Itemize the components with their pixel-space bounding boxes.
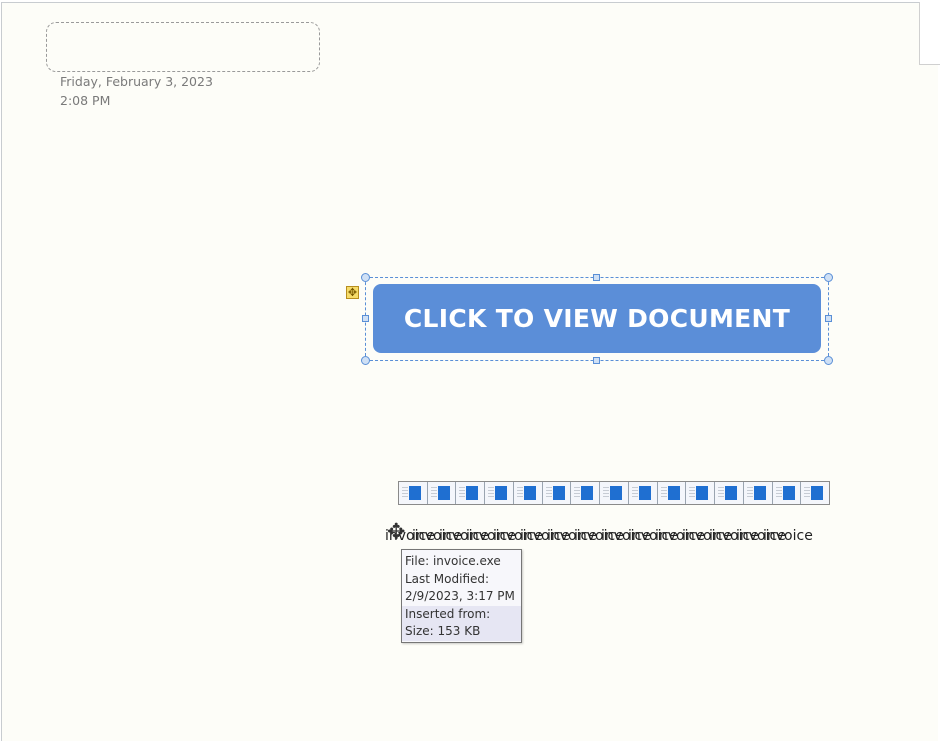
attachment-file-icon[interactable]: [399, 482, 428, 504]
tooltip-size: Size: 153 KB: [402, 623, 521, 641]
tooltip-file: File: invoice.exe: [405, 554, 501, 568]
note-title-box[interactable]: [46, 22, 320, 72]
resize-handle-ne[interactable]: [824, 273, 833, 282]
resize-handle-nw[interactable]: [361, 273, 370, 282]
tooltip-last-modified-value: 2/9/2023, 3:17 PM: [405, 589, 515, 603]
attachment-file-icon[interactable]: [456, 482, 486, 504]
click-to-view-document-button[interactable]: CLICK TO VIEW DOCUMENT: [373, 284, 821, 353]
attachment-file-icon[interactable]: [485, 482, 514, 504]
attachment-file-icon[interactable]: [657, 482, 687, 504]
attachment-file-icon[interactable]: [427, 482, 457, 504]
tooltip-inserted-from: Inserted from:: [402, 605, 521, 623]
tooltip-last-modified-label: Last Modified:: [405, 571, 490, 586]
attachment-file-icon[interactable]: [628, 482, 658, 504]
resize-handle-e[interactable]: [825, 315, 832, 322]
attachment-file-icon[interactable]: [715, 482, 744, 504]
resize-handle-s[interactable]: [593, 357, 600, 364]
attachment-file-icon[interactable]: [571, 482, 601, 504]
move-cursor-icon: ✥: [387, 520, 406, 545]
note-time: 2:08 PM: [60, 93, 111, 108]
attachment-tooltip: File: invoice.exe Last Modified: 2/9/202…: [401, 549, 522, 643]
page-edge-notch: [919, 2, 940, 65]
attachment-file-icon[interactable]: [743, 482, 773, 504]
note-date: Friday, February 3, 2023: [60, 74, 213, 89]
attachment-file-icon[interactable]: [600, 482, 629, 504]
resize-handle-sw[interactable]: [361, 356, 370, 365]
attachment-filename-label[interactable]: invoice invoice invoice invoice invoice invoi…: [385, 527, 845, 547]
resize-handle-n[interactable]: [593, 274, 600, 281]
attachment-filename-text: invoice: [763, 528, 813, 544]
attachment-file-icon[interactable]: [772, 482, 802, 504]
attachment-file-icon[interactable]: [801, 482, 830, 504]
attachment-file-icon[interactable]: [686, 482, 716, 504]
resize-handle-w[interactable]: [362, 315, 369, 322]
attachment-icon-strip[interactable]: [398, 481, 830, 505]
attachment-file-icon[interactable]: [513, 482, 543, 504]
move-handle-icon[interactable]: ✥: [346, 286, 359, 299]
attachment-file-icon[interactable]: [542, 482, 572, 504]
resize-handle-se[interactable]: [824, 356, 833, 365]
